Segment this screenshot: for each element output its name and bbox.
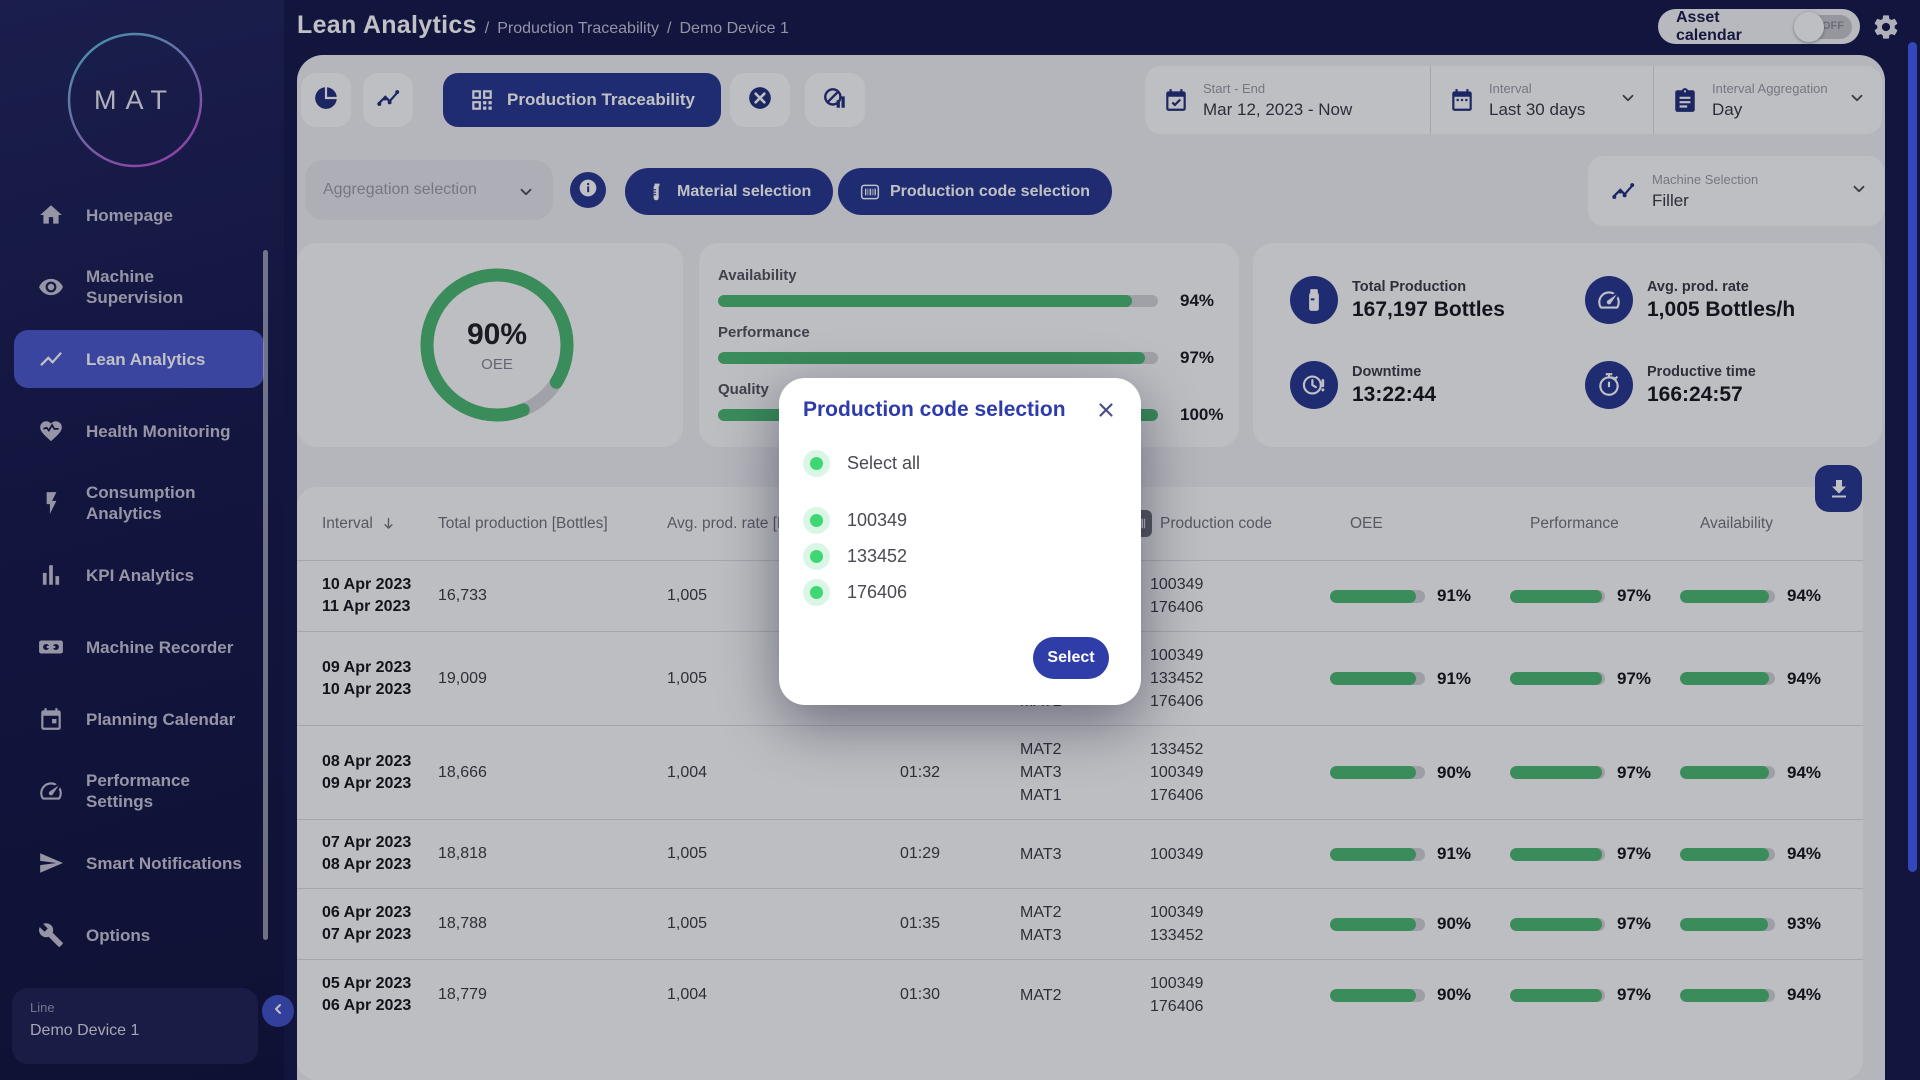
radio-selected-icon xyxy=(803,579,830,606)
production-code-option-label: 100349 xyxy=(847,510,907,531)
production-code-option[interactable]: 133452 xyxy=(803,543,1117,570)
modal-title: Production code selection xyxy=(803,398,1066,422)
production-code-option-label: 133452 xyxy=(847,546,907,567)
select-all-option-label: Select all xyxy=(847,453,920,474)
select-all-option[interactable]: Select all xyxy=(803,450,1117,477)
production-code-option-label: 176406 xyxy=(847,582,907,603)
radio-selected-icon xyxy=(803,507,830,534)
close-icon[interactable] xyxy=(1095,399,1117,421)
production-code-option[interactable]: 100349 xyxy=(803,507,1117,534)
radio-selected-icon xyxy=(803,543,830,570)
production-code-selection-modal: Production code selection Select all 1003… xyxy=(779,378,1141,705)
page-scrollbar-thumb[interactable] xyxy=(1908,42,1917,872)
production-code-option[interactable]: 176406 xyxy=(803,579,1117,606)
select-button[interactable]: Select xyxy=(1033,637,1109,679)
radio-selected-icon xyxy=(803,450,830,477)
modal-options: Select all 100349 133452 176406 xyxy=(803,450,1117,606)
